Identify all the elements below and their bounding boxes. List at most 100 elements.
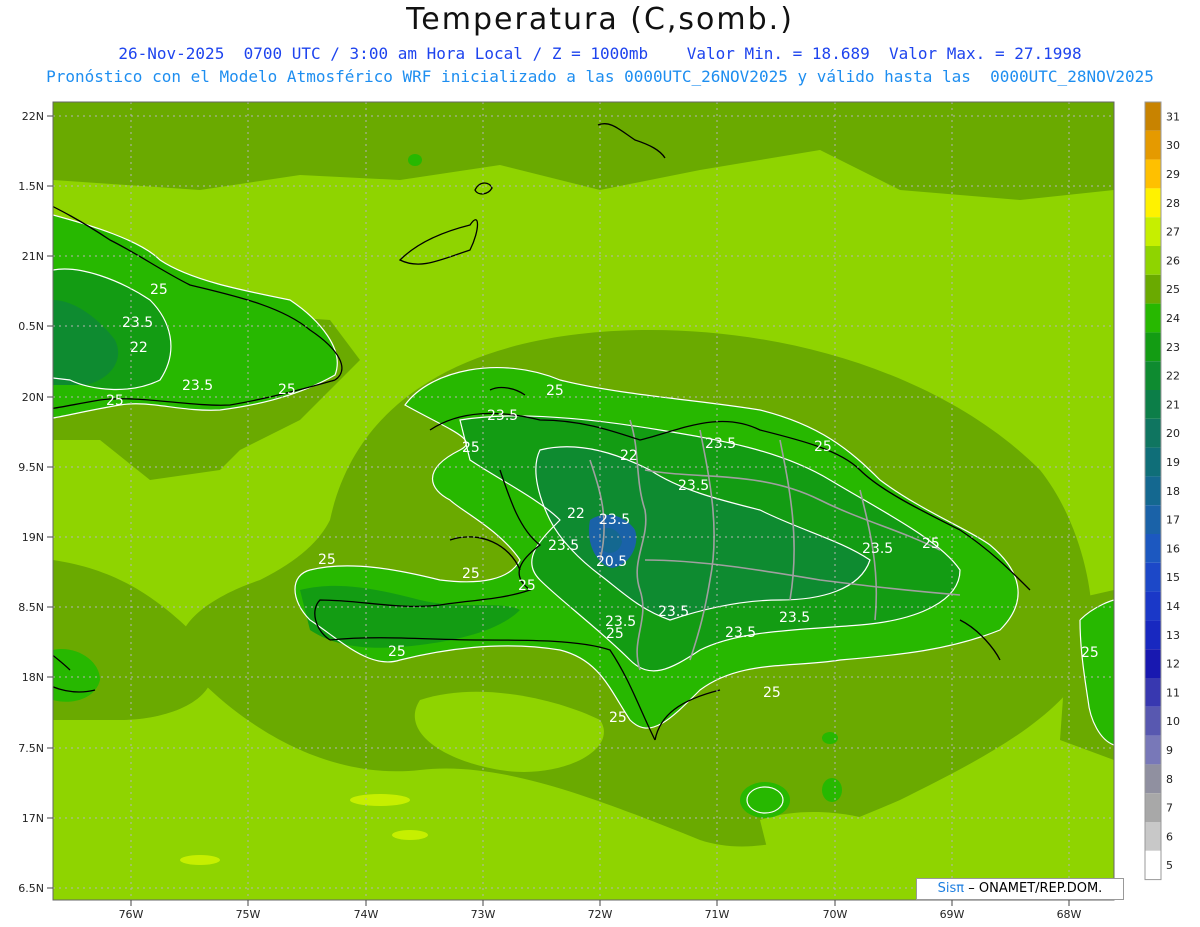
colorbar-swatch-31	[1145, 102, 1161, 131]
colorbar-label-7: 7	[1166, 802, 1173, 815]
colorbar-label-19: 19	[1166, 456, 1180, 469]
colorbar-swatch-5	[1145, 850, 1161, 880]
colorbar-label-26: 26	[1166, 254, 1180, 267]
contour-label: 25	[763, 685, 781, 701]
colorbar-label-25: 25	[1166, 283, 1180, 296]
lon-label: 72W	[588, 908, 613, 921]
contour-label: 23.5	[548, 538, 579, 554]
colorbar-label-14: 14	[1166, 600, 1180, 613]
temperature-map: 25 23.5 22 23.5 25 25 25 23.5 25 22 23.5…	[18, 101, 1180, 921]
colorbar-swatch-30	[1145, 130, 1161, 160]
contour-label: 25	[150, 282, 168, 298]
colorbar-swatch-27	[1145, 217, 1161, 246]
contour-label: 23.5	[182, 378, 213, 394]
lon-label: 69W	[940, 908, 965, 921]
contour-label: 25	[518, 578, 536, 594]
colorbar-swatch-13	[1145, 620, 1161, 650]
longitude-labels: 76W 75W 74W 73W 72W 71W 70W 69W 68W	[119, 908, 1082, 921]
lat-label: 21N	[22, 250, 44, 263]
colorbar-swatch-18	[1145, 476, 1161, 506]
colorbar-swatch-20	[1145, 418, 1161, 448]
contour-label: 23.5	[122, 315, 153, 331]
contour-label: 25	[278, 382, 296, 398]
latitude-labels: 22N 1.5N 21N 0.5N 20N 9.5N 19N 8.5N 18N …	[18, 110, 44, 895]
lat-label: 1.5N	[18, 180, 44, 193]
colorbar-label-12: 12	[1166, 658, 1180, 671]
contour-label: 23.5	[678, 478, 709, 494]
contour-label: 25	[922, 536, 940, 552]
contour-label: 25	[1081, 645, 1099, 661]
colorbar-legend: 31 30 29 28 27 26 25 24 23 22 21 20 19 18 17 16 15 14 13 12…	[1144, 101, 1180, 881]
colorbar-swatch-19	[1145, 447, 1161, 477]
colorbar-label-18: 18	[1166, 485, 1180, 498]
lon-label: 71W	[705, 908, 730, 921]
contour-label: 25	[546, 383, 564, 399]
colorbar-swatch-29	[1145, 159, 1161, 189]
colorbar-label-15: 15	[1166, 571, 1180, 584]
colorbar-label-9: 9	[1166, 744, 1173, 757]
colorbar-label-21: 21	[1166, 398, 1180, 411]
colorbar-swatch-12	[1145, 649, 1161, 678]
contour-label: 22	[567, 506, 585, 522]
lat-label: 18N	[22, 671, 44, 684]
colorbar-label-20: 20	[1166, 427, 1180, 440]
colorbar-label-16: 16	[1166, 542, 1180, 555]
colorbar-swatch-8	[1145, 764, 1161, 794]
colorbar-swatch-17	[1145, 505, 1161, 534]
contour-label: 25	[814, 439, 832, 455]
contour-label: 25	[462, 566, 480, 582]
colorbar-label-29: 29	[1166, 168, 1180, 181]
lat-label: 8.5N	[18, 601, 44, 614]
lon-label: 70W	[823, 908, 848, 921]
sispi-logo-text: Sisπ	[937, 881, 965, 896]
contour-label: 20.5	[596, 554, 627, 570]
colorbar-swatch-6	[1145, 822, 1161, 851]
contour-label: 25	[318, 552, 336, 568]
colorbar-swatch-9	[1145, 735, 1161, 765]
colorbar-label-10: 10	[1166, 715, 1180, 728]
colorbar-swatch-16	[1145, 534, 1161, 563]
lat-label: 9.5N	[18, 461, 44, 474]
lon-label: 76W	[119, 908, 144, 921]
colorbar-swatch-15	[1145, 562, 1161, 592]
contour-label: 22	[130, 340, 148, 356]
lat-label: 20N	[22, 391, 44, 404]
colorbar-label-5: 5	[1166, 859, 1173, 872]
lat-label: 17N	[22, 812, 44, 825]
lon-label: 68W	[1057, 908, 1082, 921]
contour-label: 25	[606, 626, 624, 642]
colorbar-label-27: 27	[1166, 226, 1180, 239]
colorbar-label-11: 11	[1166, 686, 1180, 699]
credit-text: – ONAMET/REP.DOM.	[968, 881, 1103, 896]
colorbar-label-24: 24	[1166, 312, 1180, 325]
colorbar-swatch-25	[1145, 274, 1161, 304]
lat-label: 19N	[22, 531, 44, 544]
contour-label: 25	[609, 710, 627, 726]
colorbar-swatch-7	[1145, 793, 1161, 822]
colorbar-label-28: 28	[1166, 197, 1180, 210]
map-plot-area: 25 23.5 22 23.5 25 25 25 23.5 25 22 23.5…	[53, 102, 1114, 900]
lon-label: 73W	[471, 908, 496, 921]
colorbar-label-17: 17	[1166, 514, 1180, 527]
contour-label: 23.5	[725, 625, 756, 641]
contour-label: 25	[106, 393, 124, 409]
lat-label: 7.5N	[18, 742, 44, 755]
lat-label: 22N	[22, 110, 44, 123]
lat-label: 0.5N	[18, 320, 44, 333]
colorbar-swatch-26	[1145, 246, 1161, 275]
contour-label: 23.5	[599, 512, 630, 528]
contour-label: 23.5	[862, 541, 893, 557]
colorbar-label-23: 23	[1166, 341, 1180, 354]
contour-label: 23.5	[705, 436, 736, 452]
colorbar-swatch-14	[1145, 591, 1161, 621]
colorbar-swatch-22	[1145, 361, 1161, 390]
credit-box: Sisπ – ONAMET/REP.DOM.	[916, 878, 1124, 900]
contour-label: 23.5	[487, 408, 518, 424]
colorbar-label-8: 8	[1166, 773, 1173, 786]
colorbar-label-6: 6	[1166, 830, 1173, 843]
lat-label: 6.5N	[18, 882, 44, 895]
lon-label: 74W	[354, 908, 379, 921]
colorbar-swatch-21	[1145, 390, 1161, 419]
colorbar-swatch-23	[1145, 332, 1161, 362]
colorbar-swatch-10	[1145, 706, 1161, 736]
